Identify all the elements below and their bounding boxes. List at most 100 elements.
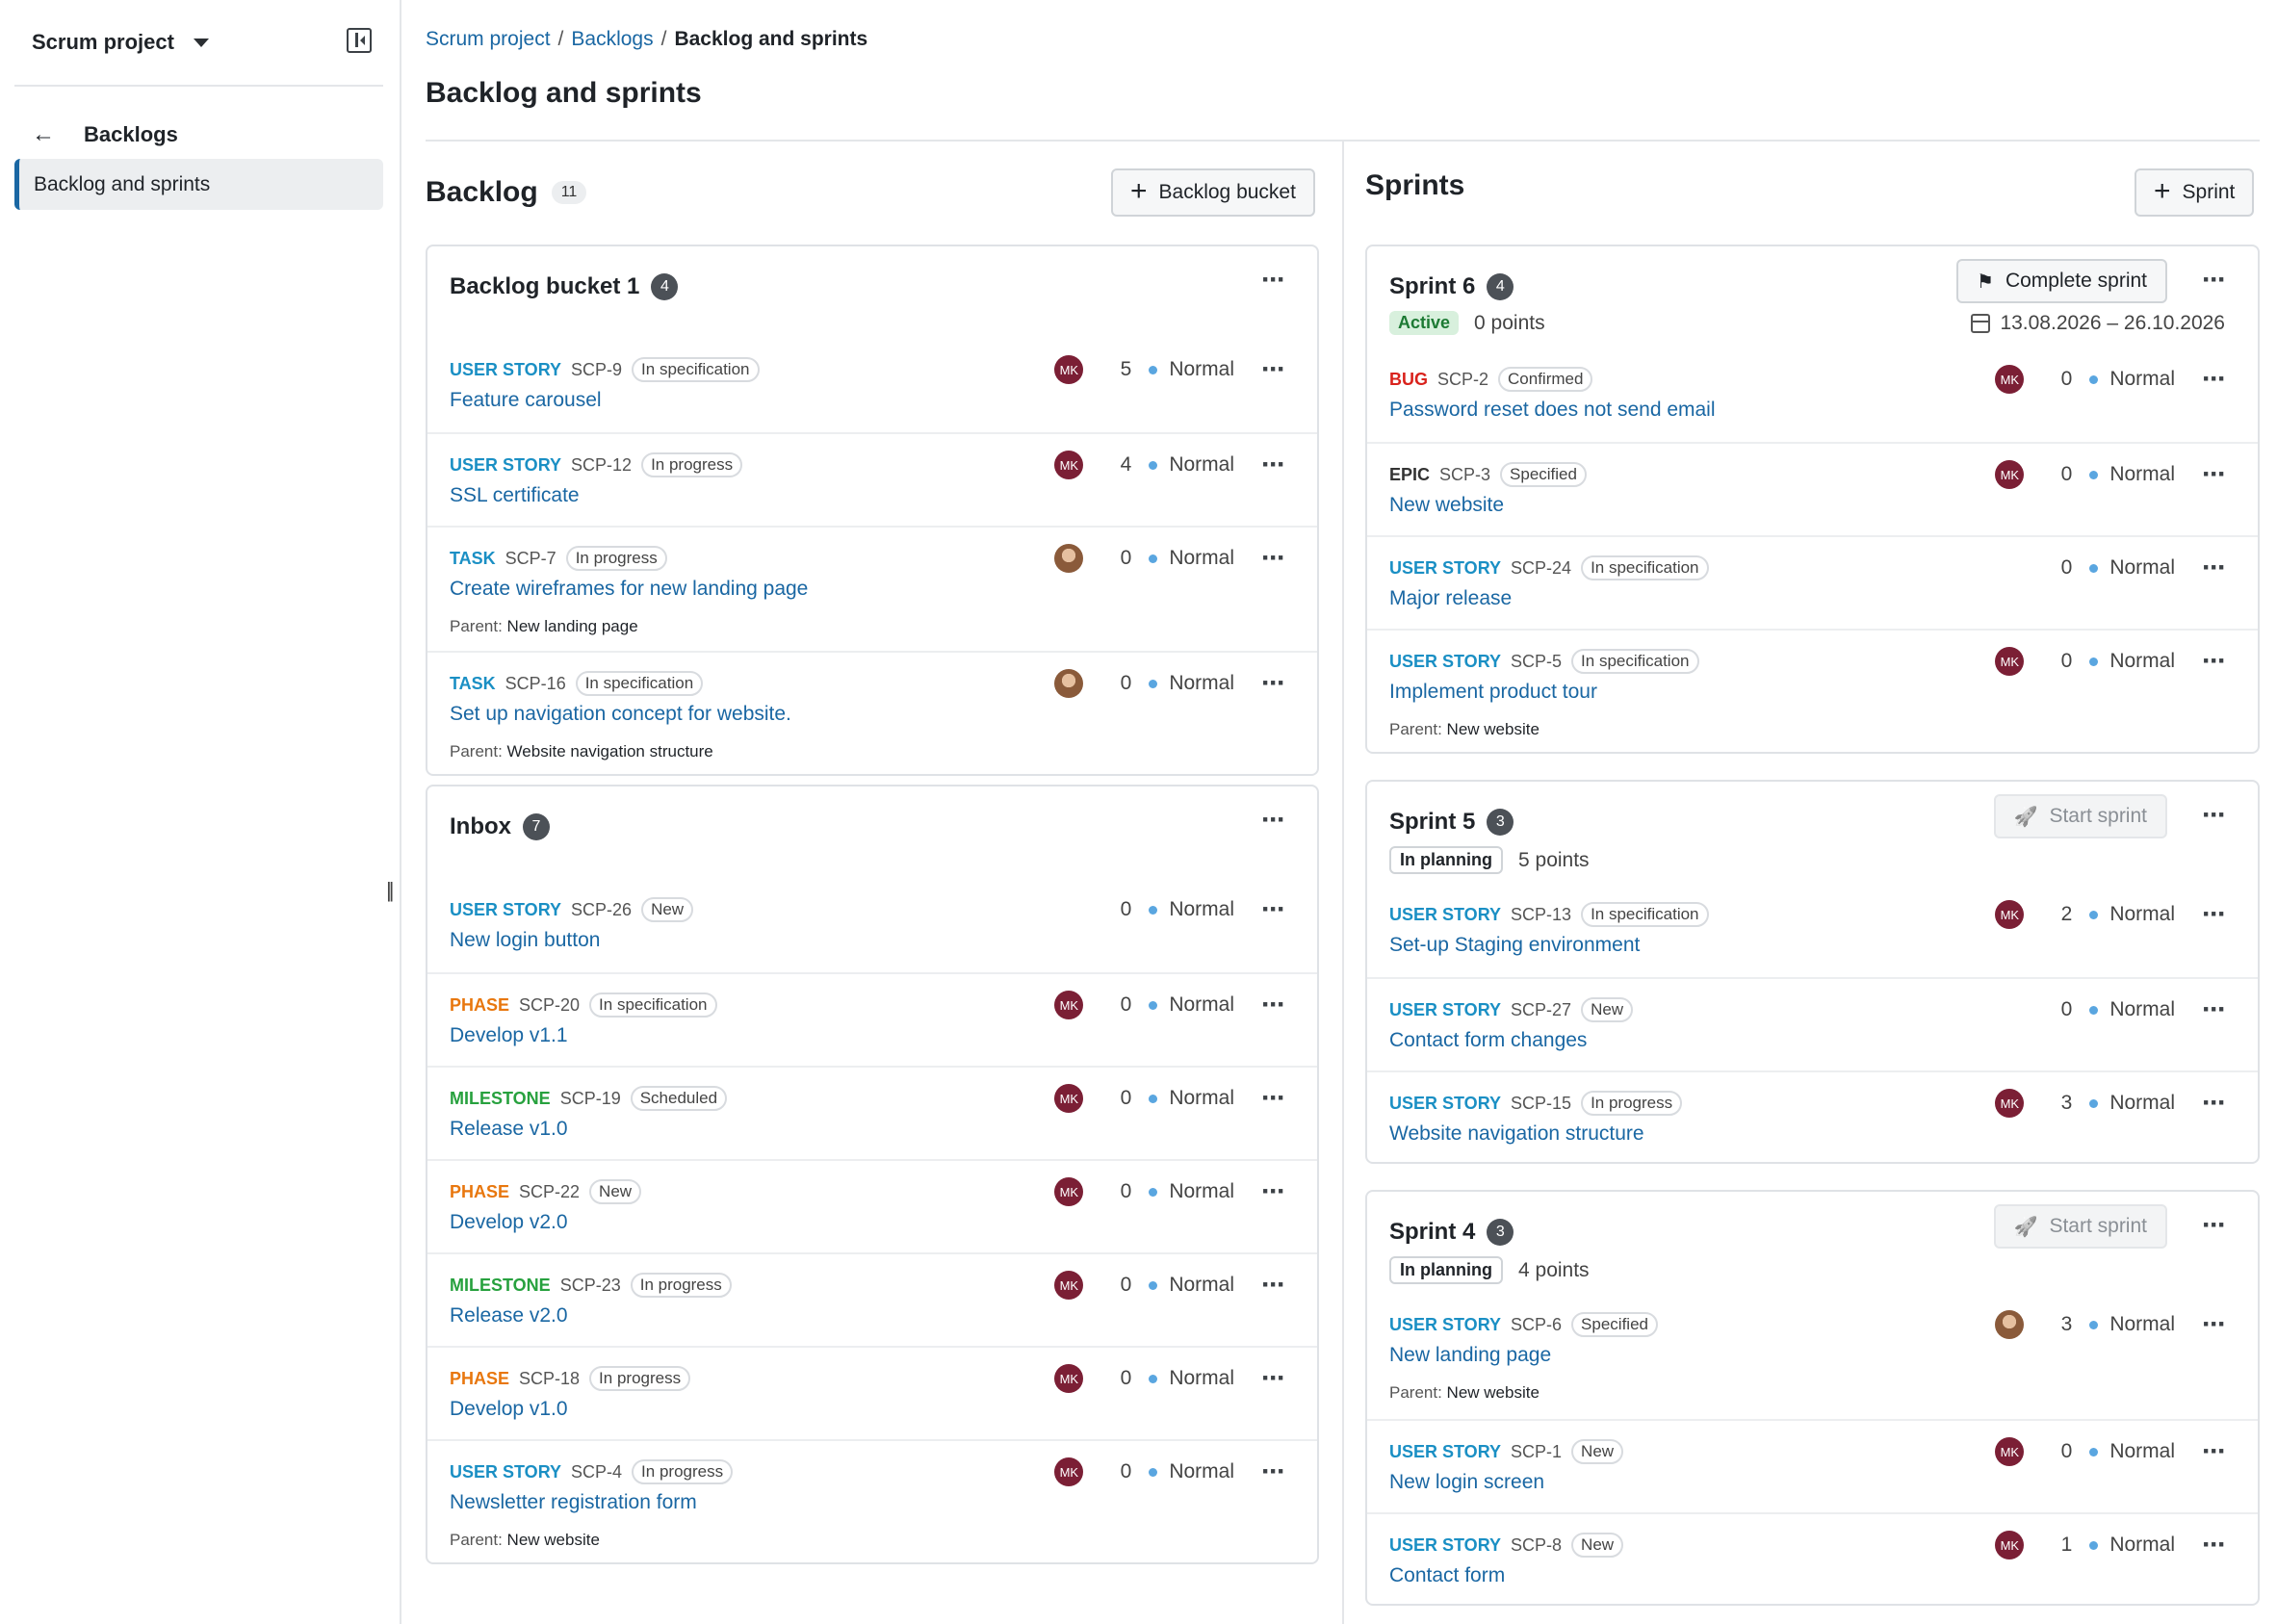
work-package-subject[interactable]: Develop v1.0 bbox=[450, 1398, 568, 1421]
work-package-subject[interactable]: Set up navigation concept for website. bbox=[450, 703, 791, 726]
priority[interactable]: Normal bbox=[1169, 1460, 1234, 1483]
work-package-id[interactable]: SCP-9 bbox=[571, 360, 622, 380]
work-package-id[interactable]: SCP-4 bbox=[571, 1462, 622, 1482]
story-points[interactable]: 0 bbox=[1106, 1087, 1132, 1110]
status-badge[interactable]: In progress bbox=[565, 546, 667, 571]
story-points[interactable]: 3 bbox=[2047, 1313, 2073, 1336]
story-points[interactable]: 0 bbox=[1106, 547, 1132, 570]
more-icon[interactable]: ··· bbox=[2202, 1310, 2227, 1339]
avatar[interactable]: MK bbox=[1054, 991, 1084, 1019]
work-package-subject[interactable]: Newsletter registration form bbox=[450, 1491, 697, 1514]
avatar[interactable]: MK bbox=[1054, 1084, 1084, 1113]
more-icon[interactable]: ··· bbox=[1261, 806, 1286, 835]
priority[interactable]: Normal bbox=[2109, 1440, 2175, 1463]
avatar[interactable] bbox=[1054, 669, 1084, 698]
sprint-dates[interactable]: 13.08.2026 – 26.10.2026 bbox=[1971, 312, 2225, 335]
more-icon[interactable]: ··· bbox=[2202, 460, 2227, 489]
parent-link[interactable]: New website bbox=[1447, 1383, 1540, 1402]
status-badge[interactable]: New bbox=[589, 1179, 642, 1204]
work-package-id[interactable]: SCP-23 bbox=[560, 1276, 621, 1296]
work-package-subject[interactable]: New login button bbox=[450, 929, 600, 952]
work-package-subject[interactable]: Develop v2.0 bbox=[450, 1211, 568, 1234]
avatar[interactable]: MK bbox=[1054, 451, 1084, 479]
work-package-subject[interactable]: SSL certificate bbox=[450, 484, 580, 507]
more-icon[interactable]: ··· bbox=[1261, 991, 1286, 1019]
parent-link[interactable]: New landing page bbox=[507, 617, 638, 635]
add-sprint-button[interactable]: + Sprint bbox=[2135, 168, 2255, 217]
work-package-id[interactable]: SCP-26 bbox=[571, 900, 632, 920]
work-package-subject[interactable]: New login screen bbox=[1389, 1471, 1544, 1494]
work-package-subject[interactable]: Website navigation structure bbox=[1389, 1122, 1644, 1146]
work-package-subject[interactable]: Set-up Staging environment bbox=[1389, 934, 1640, 957]
more-icon[interactable]: ··· bbox=[2202, 900, 2227, 929]
work-package-subject[interactable]: Contact form changes bbox=[1389, 1029, 1587, 1052]
work-package-id[interactable]: SCP-19 bbox=[560, 1089, 621, 1109]
priority[interactable]: Normal bbox=[1169, 1180, 1234, 1203]
avatar[interactable]: MK bbox=[1995, 1531, 2025, 1560]
work-package-subject[interactable]: Major release bbox=[1389, 587, 1512, 610]
avatar[interactable]: MK bbox=[1995, 647, 2025, 676]
status-badge[interactable]: In specification bbox=[1581, 902, 1709, 927]
work-package-id[interactable]: SCP-13 bbox=[1511, 905, 1571, 925]
story-points[interactable]: 0 bbox=[2047, 998, 2073, 1021]
status-badge[interactable]: New bbox=[1581, 997, 1634, 1022]
more-icon[interactable]: ··· bbox=[1261, 266, 1286, 295]
back-to-backlogs-link[interactable]: ← Backlogs bbox=[32, 117, 178, 152]
priority[interactable]: Normal bbox=[2109, 650, 2175, 673]
work-package-subject[interactable]: New landing page bbox=[1389, 1344, 1551, 1367]
avatar[interactable] bbox=[1995, 1310, 2025, 1339]
story-points[interactable]: 0 bbox=[1106, 1180, 1132, 1203]
more-icon[interactable]: ··· bbox=[2202, 1531, 2227, 1560]
status-badge[interactable]: In specification bbox=[632, 357, 760, 382]
work-package-id[interactable]: SCP-5 bbox=[1511, 652, 1562, 672]
breadcrumb-project[interactable]: Scrum project bbox=[426, 28, 551, 51]
more-icon[interactable]: ··· bbox=[2202, 995, 2227, 1024]
status-badge[interactable]: In progress bbox=[641, 452, 743, 477]
status-badge[interactable]: In specification bbox=[1571, 649, 1699, 674]
more-icon[interactable]: ··· bbox=[2202, 1089, 2227, 1118]
start-sprint-button[interactable]: 🚀 Start sprint bbox=[1993, 794, 2167, 838]
work-package-id[interactable]: SCP-7 bbox=[505, 549, 556, 569]
sprint-name[interactable]: Sprint 5 bbox=[1389, 809, 1475, 836]
work-package-subject[interactable]: Contact form bbox=[1389, 1564, 1505, 1587]
priority[interactable]: Normal bbox=[2109, 556, 2175, 580]
more-icon[interactable]: ··· bbox=[1261, 451, 1286, 479]
status-badge[interactable]: Scheduled bbox=[630, 1086, 728, 1111]
bucket-name[interactable]: Inbox bbox=[450, 813, 511, 840]
status-badge[interactable]: Specified bbox=[1571, 1312, 1658, 1337]
status-badge[interactable]: In progress bbox=[589, 1366, 691, 1391]
story-points[interactable]: 0 bbox=[1106, 672, 1132, 695]
work-package-id[interactable]: SCP-16 bbox=[505, 674, 566, 694]
priority[interactable]: Normal bbox=[1169, 1367, 1234, 1390]
parent-link[interactable]: New website bbox=[1447, 720, 1540, 738]
parent-link[interactable]: Website navigation structure bbox=[507, 742, 713, 760]
more-icon[interactable]: ··· bbox=[1261, 669, 1286, 698]
work-package-id[interactable]: SCP-18 bbox=[519, 1369, 580, 1389]
sidebar-resize-handle[interactable]: || bbox=[386, 878, 395, 903]
more-icon[interactable]: ··· bbox=[1261, 1364, 1286, 1393]
more-icon[interactable]: ··· bbox=[1261, 544, 1286, 573]
status-badge[interactable]: Specified bbox=[1500, 462, 1587, 487]
story-points[interactable]: 0 bbox=[2047, 463, 2073, 486]
priority[interactable]: Normal bbox=[1169, 547, 1234, 570]
more-icon[interactable]: ··· bbox=[1261, 895, 1286, 924]
story-points[interactable]: 0 bbox=[2047, 1440, 2073, 1463]
more-icon[interactable]: ··· bbox=[2202, 266, 2227, 295]
work-package-id[interactable]: SCP-1 bbox=[1511, 1442, 1562, 1462]
status-badge[interactable]: In specification bbox=[1581, 555, 1709, 580]
priority[interactable]: Normal bbox=[1169, 358, 1234, 381]
work-package-subject[interactable]: Release v2.0 bbox=[450, 1304, 568, 1328]
priority[interactable]: Normal bbox=[2109, 1092, 2175, 1115]
story-points[interactable]: 0 bbox=[2047, 556, 2073, 580]
status-badge[interactable]: New bbox=[1571, 1439, 1624, 1464]
start-sprint-button[interactable]: 🚀 Start sprint bbox=[1993, 1204, 2167, 1249]
priority[interactable]: Normal bbox=[2109, 368, 2175, 391]
work-package-subject[interactable]: Release v1.0 bbox=[450, 1118, 568, 1141]
priority[interactable]: Normal bbox=[2109, 463, 2175, 486]
avatar[interactable]: MK bbox=[1995, 460, 2025, 489]
story-points[interactable]: 5 bbox=[1106, 358, 1132, 381]
more-icon[interactable]: ··· bbox=[1261, 1177, 1286, 1206]
story-points[interactable]: 0 bbox=[1106, 1460, 1132, 1483]
avatar[interactable]: MK bbox=[1995, 365, 2025, 394]
bucket-name[interactable]: Backlog bucket 1 bbox=[450, 273, 639, 300]
